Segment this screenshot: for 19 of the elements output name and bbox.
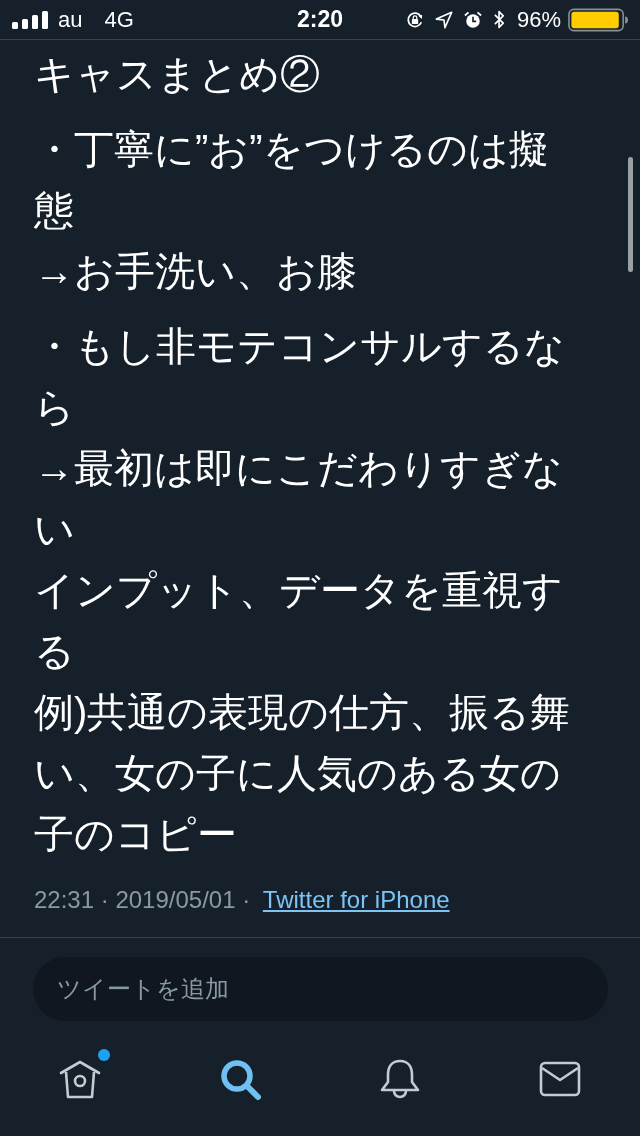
tweet-text: 例)共通の表現の仕方、振る舞い、女の子に人気のある女の子のコピー bbox=[34, 689, 572, 858]
alarm-clock-icon bbox=[463, 10, 482, 29]
network-type: 4G bbox=[104, 6, 134, 33]
source-link[interactable]: Twitter for iPhone bbox=[262, 886, 450, 913]
carrier-name: au bbox=[58, 6, 83, 33]
tweet-text: インプット、データを重視する bbox=[34, 567, 564, 675]
tweet-text: ・丁寧に”お”をつけるのは擬態 bbox=[34, 126, 550, 234]
signal-icon bbox=[12, 10, 48, 29]
bluetooth-icon bbox=[492, 9, 506, 30]
battery-percent: 96% bbox=[516, 6, 561, 33]
tweet-text: →お手洗い、お膝 bbox=[34, 248, 358, 295]
tweet-text: キャスまとめ② bbox=[34, 51, 321, 98]
tweet-text: ・もし非モテコンサルするなら bbox=[34, 323, 566, 431]
rotation-lock-icon bbox=[405, 10, 424, 29]
tweet-text: →最初は即にこだわりすぎない bbox=[34, 445, 564, 553]
tweet-timestamp: 22:31 · 2019/05/01 · bbox=[34, 886, 251, 913]
reply-input-field[interactable]: ツイートを追加 bbox=[33, 957, 608, 1021]
clock-time: 2:20 bbox=[297, 6, 343, 33]
location-arrow-icon bbox=[434, 10, 453, 29]
